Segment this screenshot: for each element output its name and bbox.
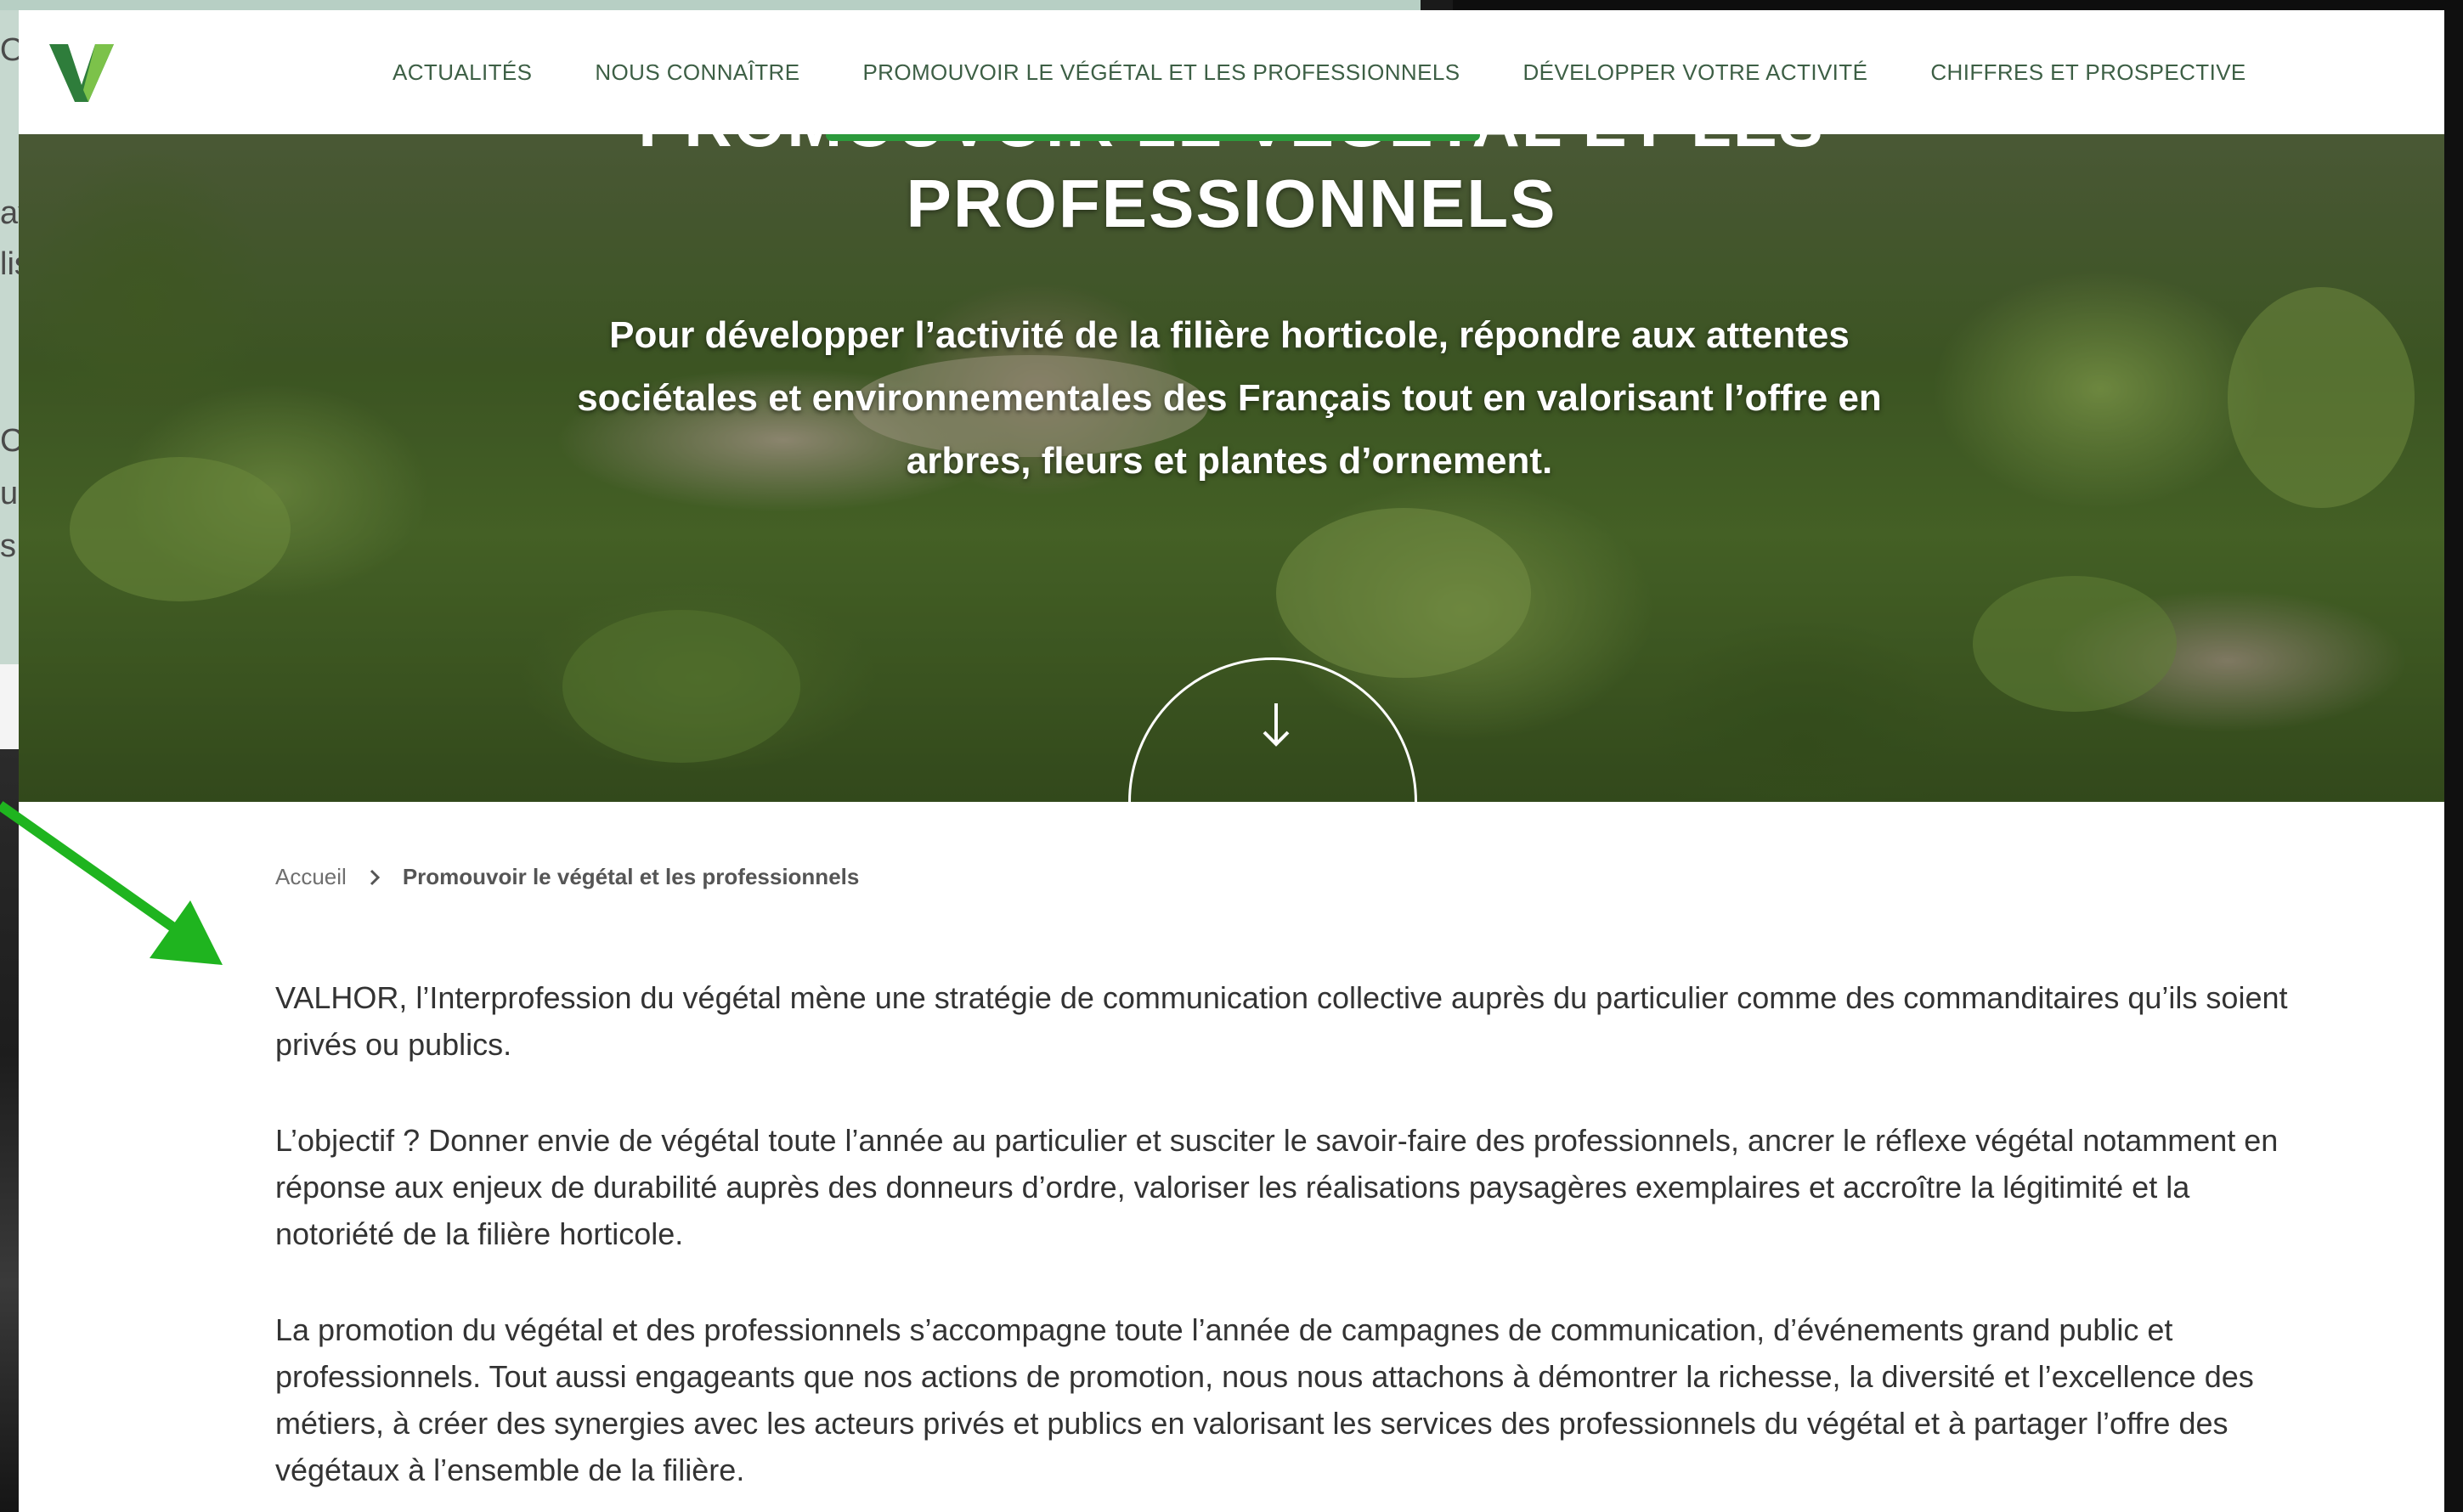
content-paragraph: L’objectif ? Donner envie de végétal tou… [275, 1123, 2279, 1251]
title-accent-bar [826, 134, 1480, 141]
content-paragraph: La promotion du végétal et des professio… [275, 1312, 2254, 1487]
background-text-fragment: O [0, 32, 19, 68]
background-text-fragment: lis [0, 246, 19, 282]
breadcrumb-current: Promouvoir le végétal et les professionn… [402, 864, 860, 889]
main-nav: ACTUALITÉS NOUS CONNAÎTRE PROMOUVOIR LE … [393, 10, 2309, 134]
nav-item-developper[interactable]: DÉVELOPPER VOTRE ACTIVITÉ [1522, 59, 1867, 86]
background-dark-strip [1453, 0, 2463, 10]
background-text-fragment: s [0, 528, 16, 564]
nav-item-nous-connaitre[interactable]: NOUS CONNAÎTRE [595, 59, 799, 86]
breadcrumb-home-link[interactable]: Accueil [275, 864, 347, 890]
browser-page: ACTUALITÉS NOUS CONNAÎTRE PROMOUVOIR LE … [19, 10, 2444, 1512]
background-window-strip [0, 0, 1421, 10]
breadcrumb: Accueil Promouvoir le végétal et les pro… [275, 864, 859, 890]
nav-item-actualites[interactable]: ACTUALITÉS [393, 59, 532, 86]
annotation-arrow-icon [0, 801, 223, 965]
main-content: VALHOR, l’Interprofession du végétal mèn… [275, 974, 2297, 1512]
background-left-panel: O av lis C us s [0, 10, 19, 664]
hero-banner: PROMOUVOIR LE VÉGÉTAL ET LES PROFESSIONN… [19, 134, 2444, 802]
background-text-fragment: us [0, 476, 19, 511]
background-left-white [0, 664, 19, 749]
site-header: ACTUALITÉS NOUS CONNAÎTRE PROMOUVOIR LE … [19, 10, 2444, 134]
hero-subtitle: Pour développer l’activité de la filière… [577, 314, 1882, 482]
nav-item-promouvoir[interactable]: PROMOUVOIR LE VÉGÉTAL ET LES PROFESSIONN… [862, 59, 1460, 86]
content-paragraph: VALHOR, l’Interprofession du végétal mèn… [275, 980, 2288, 1062]
background-text-fragment: av [0, 195, 19, 231]
valhor-logo[interactable] [46, 37, 117, 109]
arrow-down-icon[interactable] [1261, 702, 1291, 748]
page-title: PROFESSIONNELS [906, 166, 1557, 241]
chevron-right-icon [370, 869, 380, 885]
background-text-fragment: C [0, 423, 19, 459]
background-right-dark [2444, 10, 2463, 1512]
nav-item-chiffres[interactable]: CHIFFRES ET PROSPECTIVE [1930, 59, 2246, 86]
